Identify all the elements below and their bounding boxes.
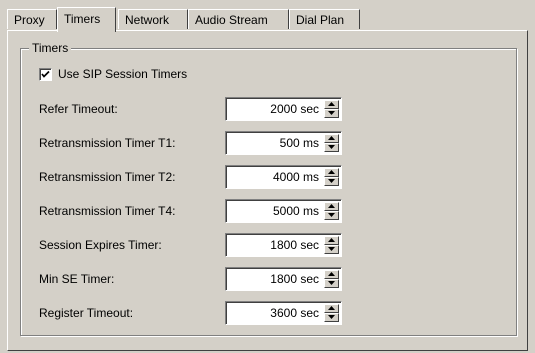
arrow-down-icon xyxy=(328,315,335,319)
register-timeout-value: 3600 sec xyxy=(270,306,319,320)
field-row-refer-timeout: Refer Timeout: 2000 sec xyxy=(39,97,359,121)
tab-label: Dial Plan xyxy=(296,13,345,27)
use-session-timers-label: Use SIP Session Timers xyxy=(58,67,188,81)
tab-label: Timers xyxy=(64,12,101,26)
spin-up-button[interactable] xyxy=(324,100,339,109)
spin-up-button[interactable] xyxy=(324,168,339,177)
group-title: Timers xyxy=(29,41,72,55)
arrow-up-icon xyxy=(328,204,335,208)
spin-down-button[interactable] xyxy=(324,143,339,152)
refer-timeout-spinbox[interactable]: 2000 sec xyxy=(225,97,342,121)
arrow-up-icon xyxy=(328,306,335,310)
arrow-up-icon xyxy=(328,102,335,106)
spin-up-button[interactable] xyxy=(324,134,339,143)
retransmission-t1-value: 500 ms xyxy=(279,136,319,150)
use-session-timers-option[interactable]: Use SIP Session Timers xyxy=(39,67,187,81)
arrow-down-icon xyxy=(328,179,335,183)
tab-proxy[interactable]: Proxy xyxy=(7,9,57,29)
retransmission-t4-value: 5000 ms xyxy=(272,204,319,218)
tab-dial-plan[interactable]: Dial Plan xyxy=(289,9,360,29)
spin-down-button[interactable] xyxy=(324,245,339,254)
tab-label: Network xyxy=(125,13,170,27)
tab-panel-timers: Timers Use SIP Session Timers Refer Time… xyxy=(7,30,528,351)
session-expires-spinbox[interactable]: 1800 sec xyxy=(225,233,342,257)
register-timeout-spinbox[interactable]: 3600 sec xyxy=(225,301,342,325)
min-se-spinbox[interactable]: 1800 sec xyxy=(225,267,342,291)
spin-up-button[interactable] xyxy=(324,270,339,279)
spin-up-button[interactable] xyxy=(324,304,339,313)
arrow-up-icon xyxy=(328,238,335,242)
arrow-down-icon xyxy=(328,213,335,217)
session-expires-value: 1800 sec xyxy=(270,238,319,252)
retransmission-t4-label: Retransmission Timer T4: xyxy=(39,204,176,218)
spin-down-button[interactable] xyxy=(324,177,339,186)
spin-down-button[interactable] xyxy=(324,279,339,288)
refer-timeout-label: Refer Timeout: xyxy=(39,102,118,116)
field-row-retransmission-t1: Retransmission Timer T1: 500 ms xyxy=(39,131,359,155)
timers-groupbox: Timers Use SIP Session Timers Refer Time… xyxy=(20,41,517,336)
register-timeout-label: Register Timeout: xyxy=(39,306,134,320)
field-row-min-se: Min SE Timer: 1800 sec xyxy=(39,267,359,291)
use-session-timers-checkbox[interactable] xyxy=(39,67,52,81)
arrow-down-icon xyxy=(328,247,335,251)
arrow-up-icon xyxy=(328,170,335,174)
retransmission-t1-spinbox[interactable]: 500 ms xyxy=(225,131,342,155)
field-row-retransmission-t4: Retransmission Timer T4: 5000 ms xyxy=(39,199,359,223)
min-se-value: 1800 sec xyxy=(270,272,319,286)
tab-label: Audio Stream xyxy=(195,13,268,27)
checkmark-icon xyxy=(41,70,50,78)
arrow-up-icon xyxy=(328,136,335,140)
tab-label: Proxy xyxy=(14,13,45,27)
min-se-label: Min SE Timer: xyxy=(39,272,115,286)
retransmission-t2-spinbox[interactable]: 4000 ms xyxy=(225,165,342,189)
spin-up-button[interactable] xyxy=(324,202,339,211)
field-row-register-timeout: Register Timeout: 3600 sec xyxy=(39,301,359,325)
spin-down-button[interactable] xyxy=(324,211,339,220)
retransmission-t2-value: 4000 ms xyxy=(272,170,319,184)
retransmission-t2-label: Retransmission Timer T2: xyxy=(39,170,176,184)
arrow-down-icon xyxy=(328,111,335,115)
tab-timers[interactable]: Timers xyxy=(57,7,116,32)
arrow-down-icon xyxy=(328,281,335,285)
spin-up-button[interactable] xyxy=(324,236,339,245)
spin-down-button[interactable] xyxy=(324,313,339,322)
tab-network[interactable]: Network xyxy=(118,9,188,29)
retransmission-t1-label: Retransmission Timer T1: xyxy=(39,136,176,150)
spin-down-button[interactable] xyxy=(324,109,339,118)
field-row-session-expires: Session Expires Timer: 1800 sec xyxy=(39,233,359,257)
refer-timeout-value: 2000 sec xyxy=(270,102,319,116)
arrow-up-icon xyxy=(328,272,335,276)
session-expires-label: Session Expires Timer: xyxy=(39,238,162,252)
field-row-retransmission-t2: Retransmission Timer T2: 4000 ms xyxy=(39,165,359,189)
arrow-down-icon xyxy=(328,145,335,149)
retransmission-t4-spinbox[interactable]: 5000 ms xyxy=(225,199,342,223)
tab-audio-stream[interactable]: Audio Stream xyxy=(188,9,289,29)
